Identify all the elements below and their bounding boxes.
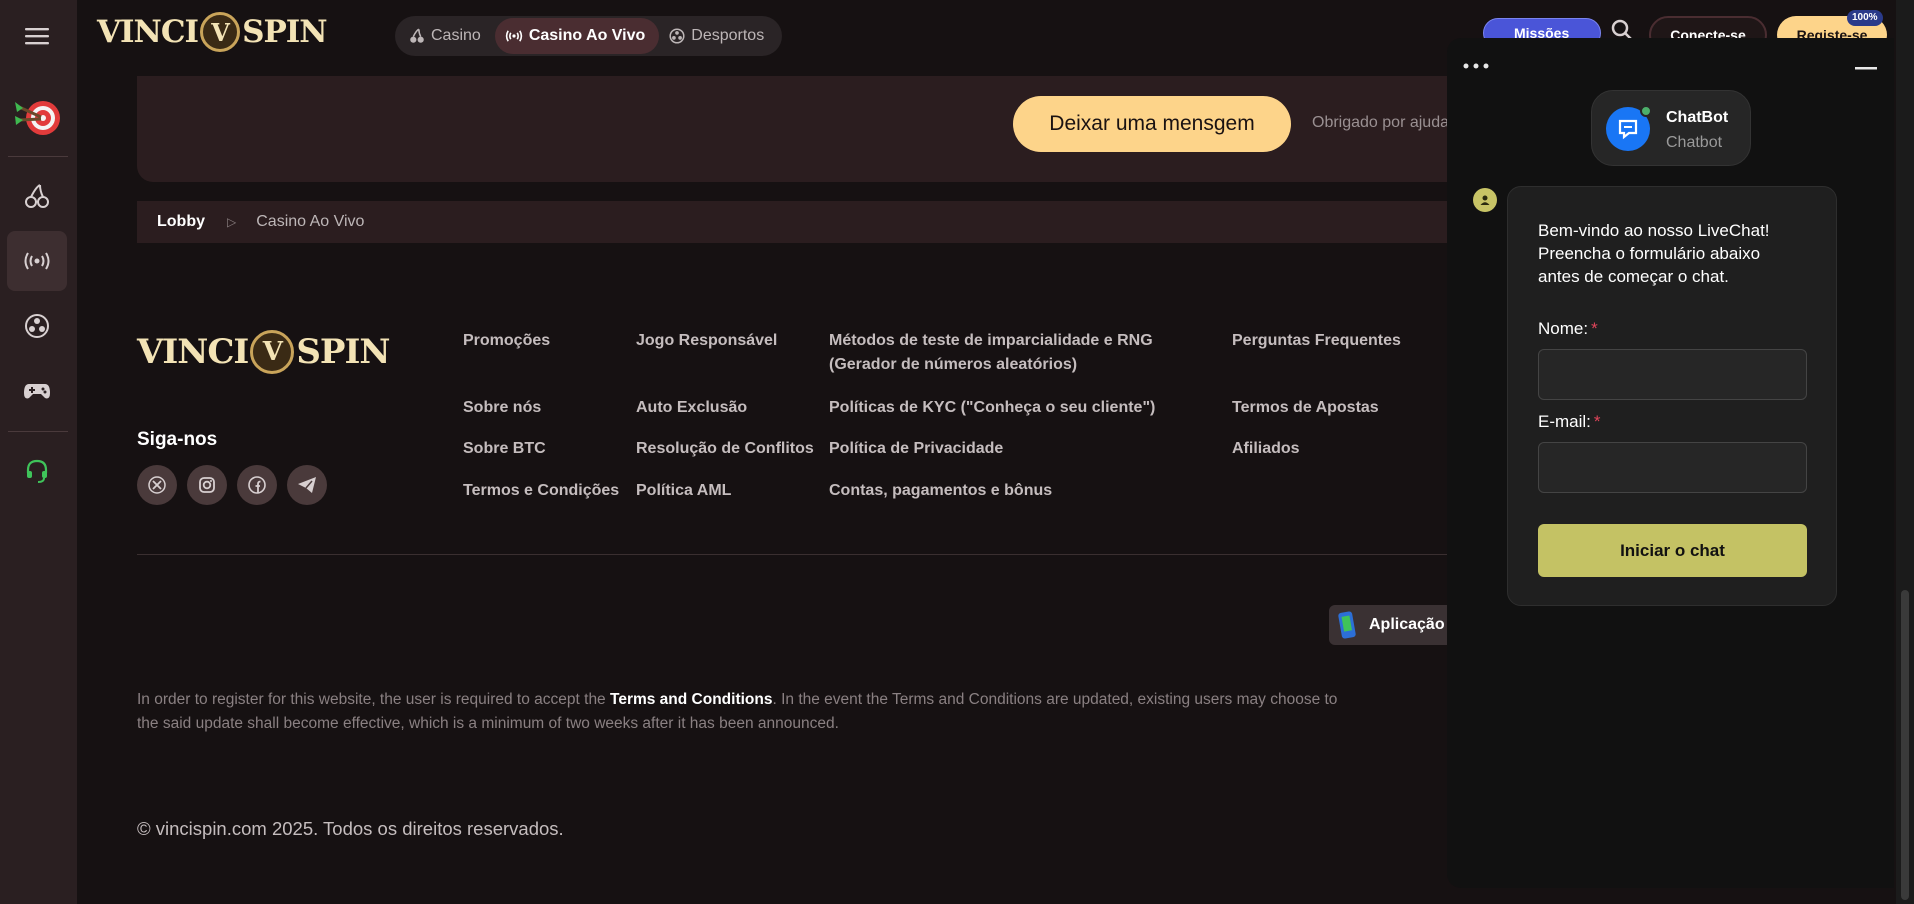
leave-message-button[interactable]: Deixar uma mensgem <box>1013 96 1291 152</box>
footer-link[interactable]: Política AML <box>636 479 731 503</box>
tab-sports-label: Desportos <box>691 27 765 44</box>
footer-link[interactable]: Termos e Condições <box>463 479 619 503</box>
app-download-label: Aplicação <box>1369 616 1445 633</box>
tab-casino-label: Casino <box>431 27 481 44</box>
instagram-icon[interactable] <box>187 465 227 505</box>
cherry-icon <box>410 28 424 43</box>
message-thanks-text: Obrigado por ajuda <box>1312 114 1447 131</box>
missions-target-icon[interactable] <box>7 86 67 146</box>
email-label: E-mail: * <box>1538 412 1601 432</box>
prechat-form: Bem-vindo ao nosso LiveChat! Preencha o … <box>1507 186 1837 606</box>
telegram-icon[interactable] <box>287 465 327 505</box>
email-label-text: E-mail: <box>1538 412 1591 431</box>
scrollbar-thumb[interactable] <box>1901 590 1909 900</box>
broadcast-icon <box>505 30 523 42</box>
agent-avatar-icon <box>1473 188 1497 212</box>
soccer-ball-icon[interactable] <box>7 296 67 356</box>
breadcrumb-current: Casino Ao Vivo <box>256 213 365 230</box>
follow-us-title: Siga-nos <box>137 429 218 450</box>
logo-text-left: VINCI <box>137 332 249 372</box>
minimize-icon[interactable] <box>1855 58 1877 76</box>
app-download-button[interactable]: Aplicação <box>1329 605 1459 645</box>
required-marker: * <box>1593 412 1601 431</box>
live-casino-broadcast-icon[interactable] <box>7 231 67 291</box>
menu-icon[interactable] <box>7 6 67 66</box>
name-input[interactable] <box>1538 349 1807 400</box>
footer-link[interactable]: Sobre nós <box>463 396 541 420</box>
chat-bubble-icon <box>1618 119 1638 140</box>
footer-link[interactable]: Auto Exclusão <box>636 396 747 420</box>
main-content: Deixar uma mensgem Obrigado por ajuda Lo… <box>77 76 1447 904</box>
site-logo[interactable]: VINCI V SPIN <box>97 12 328 52</box>
chatbot-subtitle: Chatbot <box>1666 134 1723 151</box>
breadcrumb-separator-icon: ▷ <box>227 215 237 229</box>
footer-logo[interactable]: VINCI V SPIN <box>137 330 390 374</box>
left-sidebar <box>0 0 77 904</box>
chatbot-name: ChatBot <box>1666 109 1729 126</box>
sidebar-divider <box>8 156 68 157</box>
message-panel: Deixar uma mensgem Obrigado por ajuda <box>137 76 1447 182</box>
start-chat-button[interactable]: Iniciar o chat <box>1538 524 1807 577</box>
footer-link[interactable]: Métodos de teste de imparcialidade e RNG… <box>829 329 1179 377</box>
legal-notice: In order to register for this website, t… <box>137 688 1457 736</box>
tab-live-casino-label: Casino Ao Vivo <box>528 27 646 44</box>
online-status-indicator <box>1640 105 1652 117</box>
logo-text-right: SPIN <box>296 332 390 372</box>
soccer-ball-icon <box>669 28 685 44</box>
footer-link[interactable]: Promoções <box>463 329 550 353</box>
copyright: © vincispin.com 2025. Todos os direitos … <box>137 818 564 839</box>
email-input[interactable] <box>1538 442 1807 493</box>
phone-icon <box>1338 611 1356 639</box>
main-nav: Casino Casino Ao Vivo Desportos <box>395 16 783 56</box>
breadcrumb-lobby[interactable]: Lobby <box>157 213 205 231</box>
name-label-text: Nome: <box>1538 319 1589 338</box>
livechat-widget: ChatBot Chatbot Bem-vindo ao nosso LiveC… <box>1447 38 1894 888</box>
required-marker: * <box>1591 319 1598 338</box>
footer-link[interactable]: Contas, pagamentos e bônus <box>829 479 1052 503</box>
footer-divider <box>137 554 1447 555</box>
facebook-icon[interactable] <box>237 465 277 505</box>
register-bonus-badge: 100% <box>1847 10 1883 26</box>
logo-emblem: V <box>250 330 295 374</box>
footer-link[interactable]: Políticas de KYC ("Conheça o seu cliente… <box>829 396 1155 420</box>
more-options-icon[interactable] <box>1463 56 1489 74</box>
cherry-icon[interactable] <box>7 166 67 226</box>
x-icon[interactable] <box>137 465 177 505</box>
tab-sports[interactable]: Desportos <box>659 18 778 54</box>
footer-link[interactable]: Resolução de Conflitos <box>636 437 814 461</box>
legal-text: In order to register for this website, t… <box>137 691 610 708</box>
breadcrumb: Lobby ▷ Casino Ao Vivo <box>137 201 1447 243</box>
logo-text-right: SPIN <box>242 14 328 50</box>
footer-link[interactable]: Jogo Responsável <box>636 329 777 353</box>
legal-text: . In the event the Terms and Conditions … <box>772 691 1338 708</box>
sidebar-divider <box>8 431 68 432</box>
chatbot-header: ChatBot Chatbot <box>1591 90 1751 166</box>
terms-link[interactable]: Terms and Conditions <box>610 691 772 708</box>
welcome-message: Bem-vindo ao nosso LiveChat! Preencha o … <box>1538 221 1770 286</box>
name-label: Nome: * <box>1538 319 1598 339</box>
footer-link[interactable]: Sobre BTC <box>463 437 546 461</box>
legal-text: the said update shall become effective, … <box>137 715 839 732</box>
footer-link[interactable]: Perguntas Frequentes <box>1232 329 1401 353</box>
logo-emblem: V <box>200 12 241 52</box>
footer-link[interactable]: Política de Privacidade <box>829 437 1003 461</box>
support-headset-icon[interactable] <box>7 441 67 501</box>
tab-live-casino[interactable]: Casino Ao Vivo <box>494 18 660 54</box>
gamepad-icon[interactable] <box>7 361 67 421</box>
footer-link[interactable]: Afiliados <box>1232 437 1300 461</box>
logo-text-left: VINCI <box>97 14 199 50</box>
tab-casino[interactable]: Casino <box>399 18 495 54</box>
footer-link[interactable]: Termos de Apostas <box>1232 396 1379 420</box>
